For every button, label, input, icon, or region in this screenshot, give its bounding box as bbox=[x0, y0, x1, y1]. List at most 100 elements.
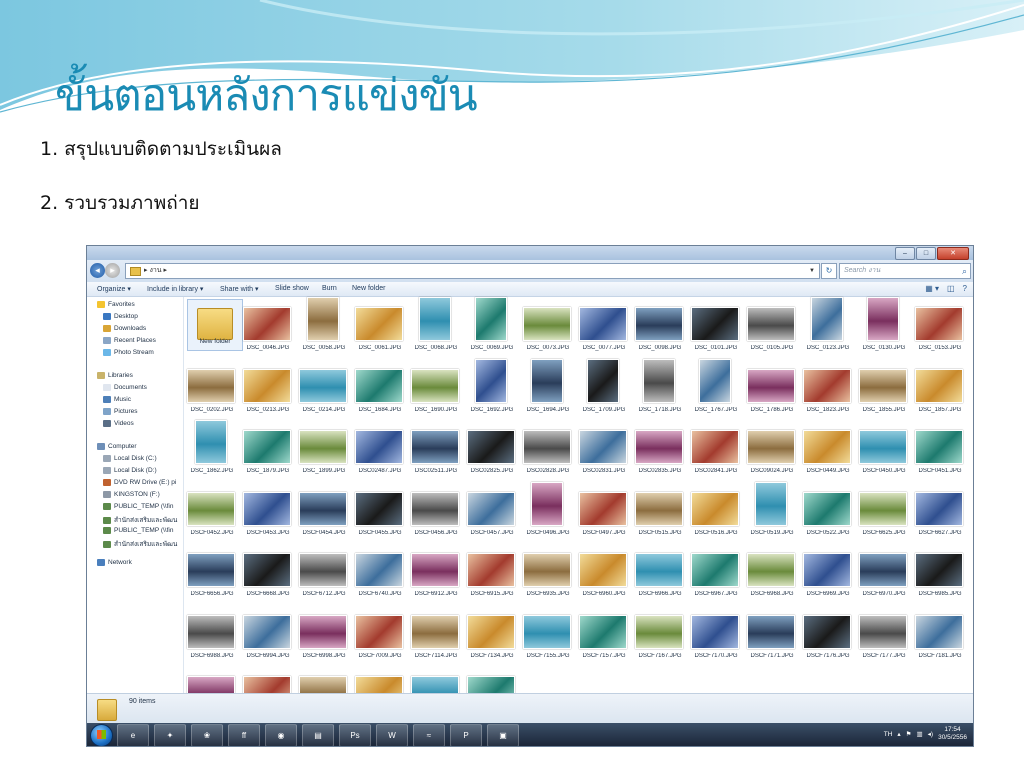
file-item[interactable]: DSCF0456.JPG bbox=[408, 482, 464, 540]
file-item[interactable]: DSC02835.JPG bbox=[632, 420, 688, 478]
file-item[interactable]: DSCF0451.JPG bbox=[912, 420, 968, 478]
start-button[interactable] bbox=[90, 724, 113, 746]
photoshop-icon[interactable]: Ps bbox=[339, 724, 371, 746]
file-item[interactable]: DSCF7134.JPG bbox=[464, 605, 520, 663]
firefox-icon[interactable]: ff bbox=[228, 724, 260, 746]
nav-item-desktop[interactable]: Desktop bbox=[103, 313, 197, 320]
language-indicator[interactable]: TH bbox=[884, 731, 893, 738]
file-item[interactable]: DSCF6967.JPG bbox=[688, 543, 744, 601]
maximize-button[interactable]: □ bbox=[916, 247, 936, 260]
file-item[interactable]: DSC_0098.JPG bbox=[632, 297, 688, 355]
file-item[interactable]: DSC_0213.JPG bbox=[240, 359, 296, 417]
file-item[interactable]: DSCF0453.JPG bbox=[240, 482, 296, 540]
file-item[interactable]: DSCF0449.JPG bbox=[800, 420, 856, 478]
nav-item-local-disk-c[interactable]: Local Disk (C:) bbox=[103, 455, 197, 462]
include-in-library-button[interactable]: Include in library ▾ bbox=[147, 285, 203, 293]
window-titlebar[interactable]: – □ ✕ bbox=[87, 246, 973, 260]
file-item[interactable]: DSCF6985.JPG bbox=[912, 543, 968, 601]
clock[interactable]: 17:54 30/5/2556 bbox=[938, 726, 967, 742]
file-item[interactable]: DSCF0515.JPG bbox=[632, 482, 688, 540]
media-player-icon[interactable]: ✦ bbox=[154, 724, 186, 746]
share-with-button[interactable]: Share with ▾ bbox=[220, 285, 259, 293]
nav-item-photo-stream[interactable]: Photo Stream bbox=[103, 349, 197, 356]
file-item[interactable]: DSC02511.JPG bbox=[408, 420, 464, 478]
chrome-icon[interactable]: ◉ bbox=[265, 724, 297, 746]
nav-item-music[interactable]: Music bbox=[103, 396, 197, 403]
file-item[interactable]: DSCF7157.JPG bbox=[576, 605, 632, 663]
messenger-icon[interactable]: ≈ bbox=[413, 724, 445, 746]
file-item[interactable]: DSC_1855.JPG bbox=[856, 359, 912, 417]
nav-item-dvd-drive[interactable]: DVD RW Drive (E:) pi bbox=[103, 479, 197, 486]
file-item[interactable]: DSC02487.JPG bbox=[352, 420, 408, 478]
search-input[interactable]: Search งาน ⌕ bbox=[839, 263, 971, 279]
file-item[interactable]: DSCF7114.JPG bbox=[408, 605, 464, 663]
nav-favorites[interactable]: Favorites bbox=[97, 301, 191, 308]
volume-icon[interactable]: ◂) bbox=[928, 730, 933, 738]
file-item[interactable]: DSC_1767.JPG bbox=[688, 358, 744, 417]
burn-button[interactable]: Burn bbox=[322, 285, 337, 292]
minimize-button[interactable]: – bbox=[895, 247, 915, 260]
file-item[interactable]: DSCF6712.JPG bbox=[296, 543, 352, 601]
file-item[interactable]: DSCF6915.JPG bbox=[464, 543, 520, 601]
file-item[interactable]: DSCF6668.JPG bbox=[240, 543, 296, 601]
show-hidden-icons-icon[interactable]: ▴ bbox=[897, 730, 900, 738]
file-item[interactable]: DSC_0214.JPG bbox=[296, 359, 352, 417]
file-item[interactable]: DSC_0130.JPG bbox=[856, 297, 912, 355]
close-button[interactable]: ✕ bbox=[937, 247, 969, 260]
file-item[interactable]: DSCF6656.JPG bbox=[184, 543, 240, 601]
file-item[interactable]: DSC02825.JPG bbox=[464, 420, 520, 478]
file-item[interactable]: DSCF6935.JPG bbox=[520, 543, 576, 601]
slide-show-button[interactable]: Slide show bbox=[275, 285, 309, 292]
chevron-down-icon[interactable]: ▼ bbox=[809, 264, 815, 278]
nav-item-downloads[interactable]: Downloads bbox=[103, 325, 197, 332]
forward-button[interactable]: ▸ bbox=[105, 263, 120, 278]
search-icon[interactable]: ⌕ bbox=[962, 264, 967, 278]
file-item[interactable]: DSC_0077.JPG bbox=[576, 297, 632, 355]
file-item[interactable]: DSCF7181.JPG bbox=[912, 605, 968, 663]
file-item[interactable]: DSCF6740.JPG bbox=[352, 543, 408, 601]
file-item[interactable]: DSC_1718.JPG bbox=[632, 358, 688, 417]
file-item[interactable]: DSC02828.JPG bbox=[520, 420, 576, 478]
preview-pane-icon[interactable]: ◫ bbox=[947, 284, 955, 293]
new-folder-button[interactable]: New folder bbox=[352, 285, 385, 292]
file-item[interactable]: DSC_1862.JPG bbox=[184, 420, 240, 478]
file-item[interactable]: DSCF0516.JPG bbox=[688, 482, 744, 540]
file-item[interactable]: DSCF0450.JPG bbox=[856, 420, 912, 478]
file-item[interactable]: DSC_0069.JPG bbox=[464, 297, 520, 355]
file-item[interactable]: DSC_0123.JPG bbox=[800, 297, 856, 355]
file-item[interactable]: DSCF6968.JPG bbox=[744, 543, 800, 601]
powerpoint-icon[interactable]: P bbox=[450, 724, 482, 746]
file-item[interactable]: DSC_1857.JPG bbox=[912, 359, 968, 417]
file-explorer-icon[interactable]: ▤ bbox=[302, 724, 334, 746]
nav-item-network-drive[interactable]: PUBLIC_TEMP (\\fin bbox=[103, 503, 197, 510]
file-item[interactable]: DSC_0068.JPG bbox=[408, 297, 464, 355]
nav-item-recent-places[interactable]: Recent Places bbox=[103, 337, 197, 344]
file-item[interactable]: DSCF6988.JPG bbox=[184, 605, 240, 663]
file-item[interactable]: DSC_0046.JPG bbox=[240, 297, 296, 355]
file-item[interactable]: DSC_0101.JPG bbox=[688, 297, 744, 355]
file-item[interactable]: DSCF0497.JPG bbox=[576, 482, 632, 540]
nav-computer[interactable]: Computer bbox=[97, 443, 191, 450]
file-item[interactable]: DSCF6998.JPG bbox=[296, 605, 352, 663]
organize-button[interactable]: Organize ▾ bbox=[97, 285, 131, 293]
file-item[interactable]: DSCF6625.JPG bbox=[856, 482, 912, 540]
file-item[interactable]: DSC_1823.JPG bbox=[800, 359, 856, 417]
nav-libraries[interactable]: Libraries bbox=[97, 372, 191, 379]
file-item[interactable]: DSC_1684.JPG bbox=[352, 359, 408, 417]
file-item[interactable]: DSC_0153.JPG bbox=[912, 297, 968, 355]
file-item[interactable]: DSC_1692.JPG bbox=[464, 358, 520, 417]
file-item[interactable]: DSCF0522.JPG bbox=[800, 482, 856, 540]
screen-capture-icon[interactable]: ▣ bbox=[487, 724, 519, 746]
file-item[interactable]: DSCF6627.JPG bbox=[912, 482, 968, 540]
refresh-button[interactable]: ↻ bbox=[821, 263, 837, 279]
file-item[interactable]: DSC09024.JPG bbox=[744, 420, 800, 478]
nav-item-kingston[interactable]: KINGSTON (F:) bbox=[103, 491, 197, 498]
nav-item-network-drive[interactable]: สำนักส่งเสริมและพัฒน bbox=[103, 515, 197, 525]
file-item[interactable]: DSCF0457.JPG bbox=[464, 482, 520, 540]
file-item[interactable]: DSC_0058.JPG bbox=[296, 297, 352, 355]
word-icon[interactable]: W bbox=[376, 724, 408, 746]
file-item[interactable]: DSCF6994.JPG bbox=[240, 605, 296, 663]
file-item[interactable]: DSCF0519.JPG bbox=[744, 481, 800, 540]
file-item[interactable]: DSC_1694.JPG bbox=[520, 358, 576, 417]
file-item[interactable]: DSCF7171.JPG bbox=[744, 605, 800, 663]
